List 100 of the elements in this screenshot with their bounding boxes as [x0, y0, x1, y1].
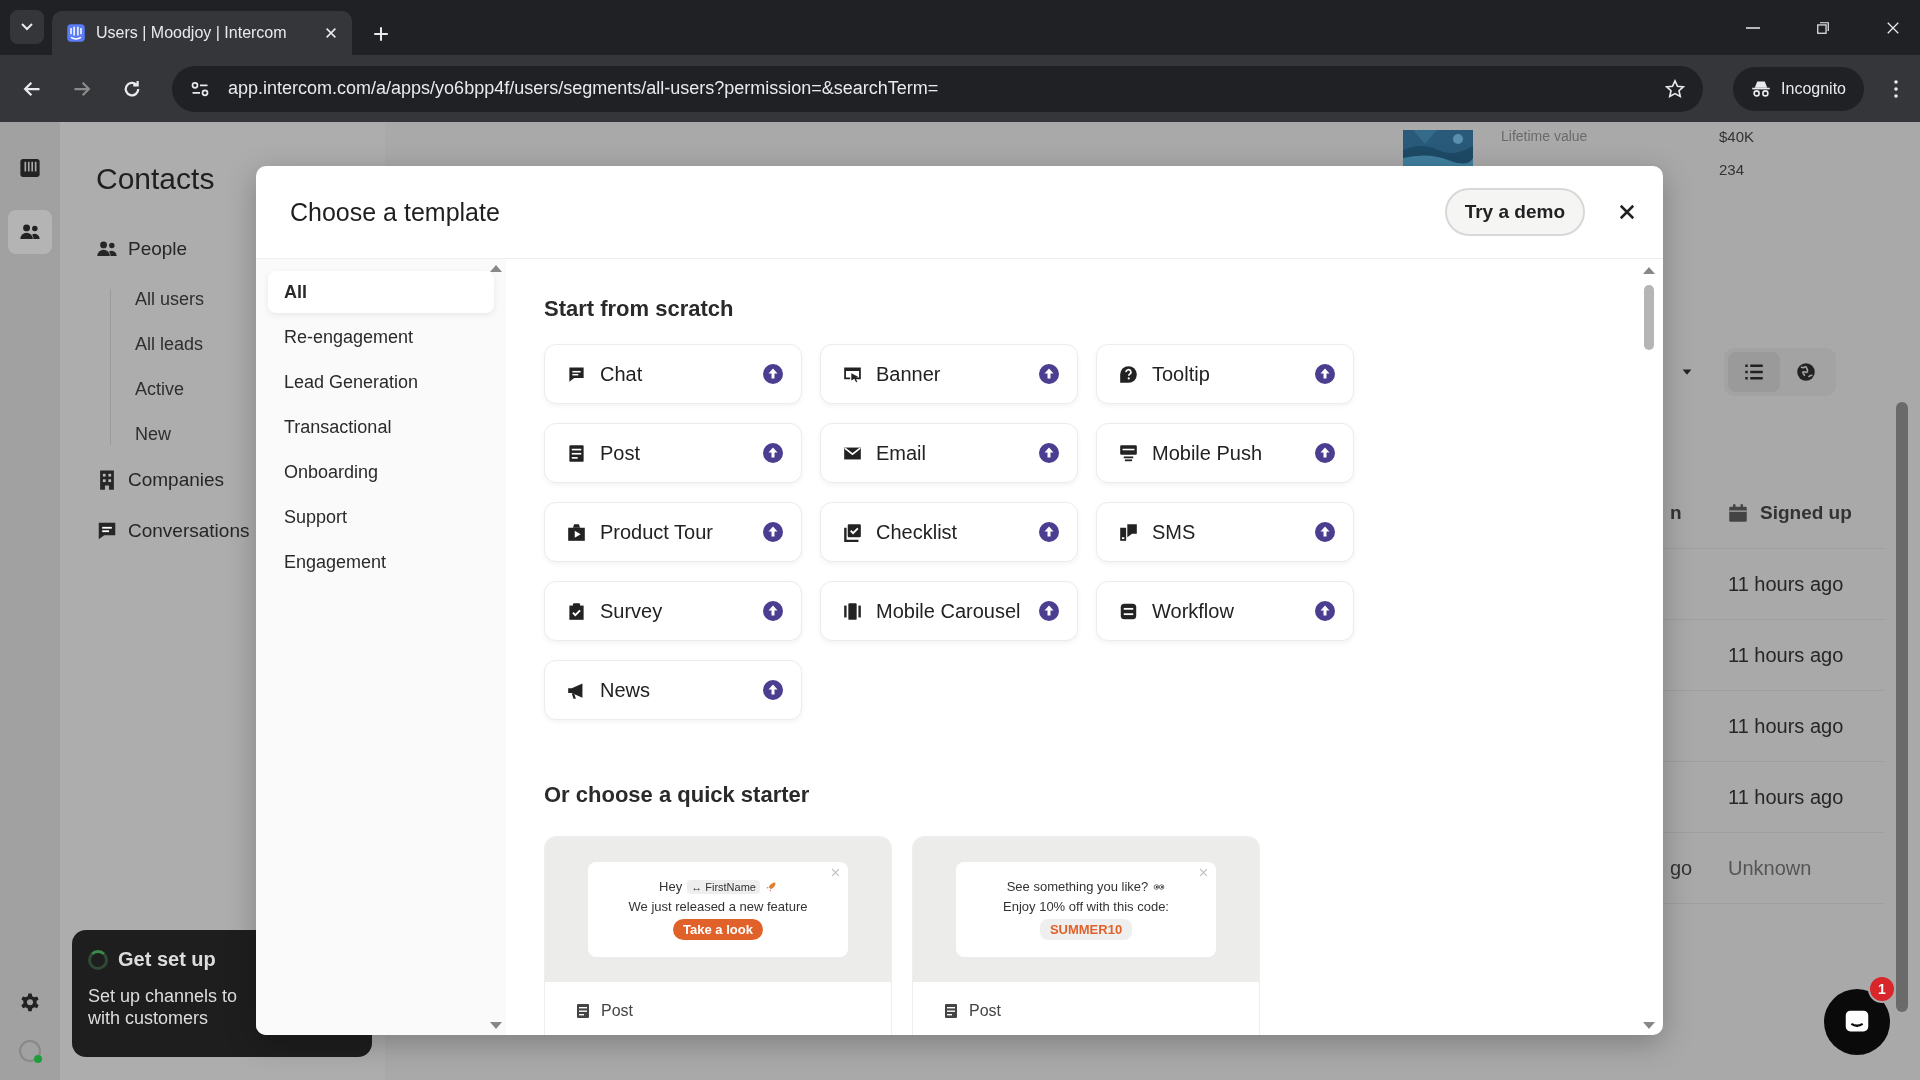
clipboard-icon — [567, 601, 586, 621]
starter-card[interactable]: Hey ↔ FirstName We just released a new feature Take a look Post — [544, 836, 892, 1035]
try-demo-button[interactable]: Try a demo — [1444, 188, 1585, 236]
name-token: ↔ FirstName — [687, 879, 760, 894]
starter-card[interactable]: See something you like? Enjoy 10% off with this code: SUMMER10 Post — [912, 836, 1260, 1035]
scrollbar[interactable] — [1896, 402, 1908, 1012]
list-icon — [1744, 362, 1764, 382]
template-option[interactable]: SMS — [1096, 502, 1354, 562]
category-item[interactable]: Transactional — [268, 406, 494, 448]
upgrade-icon — [1039, 522, 1059, 542]
preview-text: Hey — [659, 879, 683, 894]
notification-badge: 1 — [1868, 975, 1896, 1003]
template-option[interactable]: Tooltip — [1096, 344, 1354, 404]
upgrade-icon — [1039, 443, 1059, 463]
template-option[interactable]: Chat — [544, 344, 802, 404]
browser-tab[interactable]: Users | Moodjoy | Intercom — [52, 11, 352, 55]
upgrade-icon — [763, 680, 783, 700]
template-option[interactable]: Checklist — [820, 502, 1078, 562]
dialog-title: Choose a template — [290, 197, 501, 227]
table-cell-text: 11 hours ago — [1728, 572, 1845, 596]
upgrade-icon — [763, 601, 783, 621]
field-label: Lifetime value — [1501, 128, 1589, 144]
template-option[interactable]: Email — [820, 423, 1078, 483]
restore-icon — [1816, 20, 1830, 35]
minimize-icon[interactable] — [1746, 26, 1760, 29]
section-title: Start from scratch — [544, 296, 735, 322]
template-option[interactable]: Banner — [820, 344, 1078, 404]
upgrade-icon — [1315, 443, 1335, 463]
progress-ring-icon — [88, 949, 108, 970]
upgrade-icon — [1039, 601, 1059, 621]
close-icon — [324, 26, 338, 40]
chat-icon — [96, 520, 118, 542]
address-bar[interactable]: app.intercom.com/a/apps/yo6bpp4f/users/segments/all-users?permission=&searchTerm= — [172, 65, 1704, 112]
upgrade-icon — [763, 364, 783, 384]
setup-text: with customers — [88, 1007, 210, 1029]
section-title: Or choose a quick starter — [544, 782, 811, 808]
close-icon — [1886, 20, 1900, 35]
template-option[interactable]: Workflow — [1096, 581, 1354, 641]
carousel-icon — [843, 601, 862, 621]
intercom-logo-icon — [66, 23, 86, 43]
template-option[interactable]: Mobile Carousel — [820, 581, 1078, 641]
question-icon — [1119, 364, 1138, 384]
upgrade-icon — [1315, 364, 1335, 384]
template-option[interactable]: News — [544, 660, 802, 720]
rail-button[interactable] — [8, 210, 52, 254]
scrollbar-thumb[interactable] — [1644, 285, 1654, 350]
category-item[interactable]: Lead Generation — [268, 361, 494, 403]
close-icon — [831, 868, 840, 877]
incognito-badge[interactable]: Incognito — [1733, 66, 1864, 111]
setup-title: Get set up — [118, 948, 216, 971]
table-cell-text: 11 hours ago — [1728, 785, 1845, 809]
chat-icon — [567, 364, 586, 384]
starter-type: Post — [601, 1002, 633, 1020]
upgrade-icon — [763, 443, 783, 463]
category-item[interactable]: Engagement — [268, 541, 494, 583]
reload-icon — [122, 78, 142, 99]
category-item[interactable]: Support — [268, 496, 494, 538]
document-icon — [575, 1003, 591, 1019]
upgrade-icon — [1315, 522, 1335, 542]
scroll-down-icon[interactable] — [490, 1022, 502, 1029]
preview-text: Enjoy 10% off with this code: — [1003, 899, 1169, 914]
preview-text: We just released a new feature — [628, 899, 808, 914]
star-icon — [1665, 78, 1686, 99]
settings-icon — [19, 992, 41, 1014]
notification-icon — [1119, 443, 1138, 463]
table-cell-text: 11 hours ago — [1728, 643, 1845, 667]
menu-icon[interactable] — [1894, 79, 1898, 98]
starter-type: Post — [969, 1002, 1001, 1020]
document-icon — [943, 1003, 959, 1019]
table-cell-text: Unknown — [1728, 856, 1813, 880]
workflow-icon — [1119, 601, 1138, 621]
scroll-up-icon[interactable] — [1643, 267, 1655, 274]
sidebar-item[interactable]: People — [96, 238, 385, 260]
category-item[interactable]: Re-engagement — [268, 316, 494, 358]
rocket-icon — [764, 880, 777, 893]
field-value: $40K — [1719, 128, 1755, 145]
list-view-button[interactable] — [1728, 352, 1780, 392]
page-title: Contacts — [96, 162, 216, 196]
category-item[interactable]: Onboarding — [268, 451, 494, 493]
calendar-icon — [1728, 503, 1748, 523]
coupon-code: SUMMER10 — [1039, 919, 1133, 940]
template-option[interactable]: Product Tour — [544, 502, 802, 562]
close-icon — [1199, 868, 1208, 877]
template-option[interactable]: Mobile Push — [1096, 423, 1354, 483]
column-header: Signed up — [1760, 502, 1852, 524]
chevron-down-icon[interactable] — [21, 23, 33, 31]
close-icon — [1617, 202, 1637, 222]
checklist-icon — [843, 522, 862, 542]
plus-icon — [372, 25, 390, 43]
setup-text: Set up channels to — [88, 985, 239, 1007]
scroll-down-icon[interactable] — [1643, 1022, 1655, 1029]
column-header: n — [1669, 502, 1683, 524]
play-flag-icon — [567, 522, 586, 542]
category-item[interactable]: All — [268, 271, 494, 313]
upgrade-icon — [1039, 364, 1059, 384]
template-option[interactable]: Post — [544, 423, 802, 483]
preview-text: See something you like? — [1006, 879, 1149, 894]
template-option[interactable]: Survey — [544, 581, 802, 641]
inbox-icon — [19, 157, 41, 179]
upgrade-icon — [1315, 601, 1335, 621]
